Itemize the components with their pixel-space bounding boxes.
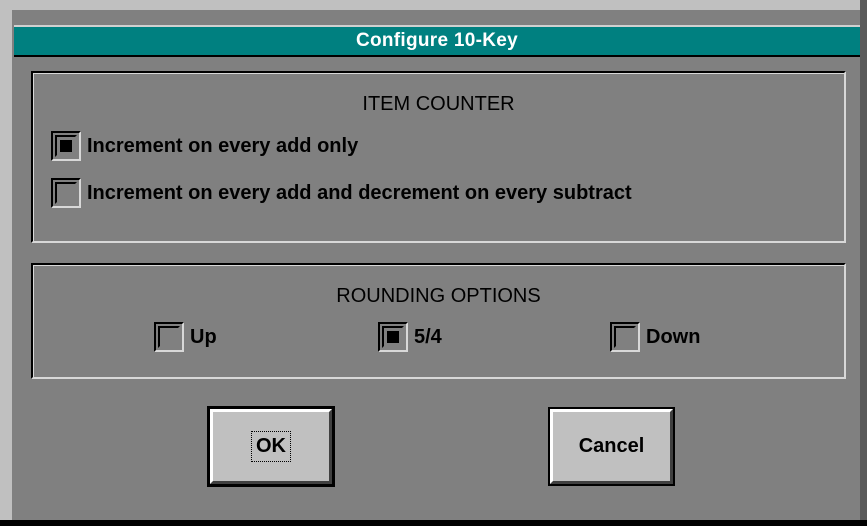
dialog-frame-right [860,0,867,526]
checkbox-label: Down [646,325,701,348]
checkbox-checked-mark [387,331,399,343]
item-counter-heading: ITEM COUNTER [362,93,515,115]
ok-button-label: OK [256,435,286,457]
checkbox-box[interactable] [610,322,640,352]
dialog-frame-top [0,0,867,10]
rounding-options-group: ROUNDING OPTIONS Up 5/4 Down [31,263,846,379]
checkbox-box[interactable] [51,131,81,161]
dialog-titlebar[interactable]: Configure 10-Key [14,25,860,57]
checkbox-box[interactable] [154,322,184,352]
ok-button[interactable]: OK [207,406,335,487]
checkbox-inner [382,326,404,348]
dialog-frame-left [0,0,12,526]
configure-10-key-dialog: Configure 10-Key ITEM COUNTER Increment … [0,0,867,526]
checkbox-round-5-4[interactable]: 5/4 [378,322,442,352]
checkbox-box[interactable] [51,178,81,208]
checkbox-label: Increment on every add only [87,134,359,157]
checkbox-label: Increment on every add and decrement on … [87,181,632,204]
item-counter-group: ITEM COUNTER Increment on every add only… [31,71,846,243]
cancel-button-label: Cancel [578,435,645,457]
checkbox-checked-mark [60,140,72,152]
dialog-title: Configure 10-Key [355,30,519,51]
rounding-options-group-inner [33,265,844,377]
checkbox-round-down[interactable]: Down [610,322,700,352]
checkbox-label: 5/4 [414,325,442,348]
checkbox-increment-add-only[interactable]: Increment on every add only [51,131,358,161]
checkbox-inner [55,182,77,204]
checkbox-label: Up [190,325,217,348]
ok-button-focus: OK [251,431,291,462]
checkbox-box[interactable] [378,322,408,352]
checkbox-inner [55,135,77,157]
checkbox-round-up[interactable]: Up [154,322,217,352]
checkbox-inner [614,326,636,348]
checkbox-inner [158,326,180,348]
rounding-options-heading: ROUNDING OPTIONS [336,285,541,307]
dialog-frame-bottom [0,520,867,526]
checkbox-increment-add-decrement-subtract[interactable]: Increment on every add and decrement on … [51,178,632,208]
cancel-button[interactable]: Cancel [548,407,675,486]
